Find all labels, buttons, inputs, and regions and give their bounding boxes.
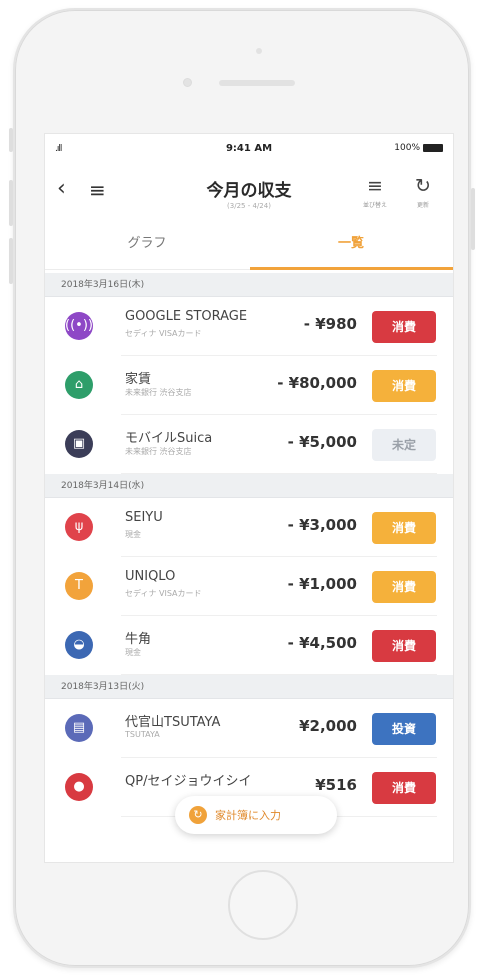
row-divider [121,674,437,675]
train-icon: ▣ [65,430,93,458]
sensor-dot [256,48,262,54]
refresh-orange-icon: ↻ [189,806,207,824]
transaction-list: 2018年3月16日(木) ((•)) GOOGLE STORAGE セディナ VIS… [45,273,453,817]
nav-bar: ‹ ≡ 今月の収支 (3/25 - 4/24) ≡ 並び替え ↻ 更新 [45,170,453,222]
category-badge-button[interactable]: 未定 [372,429,436,461]
category-badge-button[interactable]: 消費 [372,571,436,603]
transaction-row[interactable]: ψ SEIYU 現金 - ¥3,000 消費 [45,498,453,557]
volume-up-button [9,180,13,226]
refresh-label: 更新 [416,202,429,209]
transaction-account: セディナ VISAカード [125,589,202,598]
transaction-row[interactable]: ▤ 代官山TSUTAYA TSUTAYA ¥2,000 投資 [45,699,453,758]
mute-switch [9,128,13,152]
filter-icon: ≡ [367,175,383,197]
transaction-row[interactable]: T UNIQLO セディナ VISAカード - ¥1,000 消費 [45,557,453,616]
battery-indicator: 100% [394,143,443,153]
transaction-row[interactable]: ◒ 牛角 現金 - ¥4,500 消費 [45,616,453,675]
tab-list[interactable]: 一覧 [249,224,453,270]
shop-icon: ● [65,773,93,801]
app-screen: .ıll 9:41 AM 100% ‹ ≡ 今月の収支 (3/25 - 4/24… [44,133,454,863]
home-button[interactable] [228,870,298,940]
battery-label: 100% [394,143,420,153]
date-header: 2018年3月14日(水) [45,474,453,498]
fab-label: 家計簿に入力 [215,809,281,822]
tab-graph[interactable]: グラフ [45,224,249,270]
volume-down-button [9,238,13,284]
tshirt-icon: T [65,572,93,600]
transaction-title: 牛角 [125,632,152,647]
row-divider [121,473,437,474]
category-badge-button[interactable]: 消費 [372,630,436,662]
transaction-title: 代官山TSUTAYA [125,715,221,730]
fork-knife-icon: ψ [65,513,93,541]
transaction-row[interactable]: ((•)) GOOGLE STORAGE セディナ VISAカード - ¥980 消費 [45,297,453,356]
transaction-account: 現金 [125,530,141,539]
status-bar: .ıll 9:41 AM 100% [45,134,453,162]
transaction-account: セディナ VISAカード [125,329,202,338]
transaction-account: 未来銀行 渋谷支店 [125,388,192,397]
house-icon: ⌂ [65,371,93,399]
category-badge-button[interactable]: 消費 [372,311,436,343]
bowl-icon: ◒ [65,631,93,659]
transaction-row[interactable]: ⌂ 家賃 未来銀行 渋谷支店 - ¥80,000 消費 [45,356,453,415]
book-icon: ▤ [65,714,93,742]
transaction-row[interactable]: ▣ モバイルSuica 未来銀行 渋谷支店 - ¥5,000 未定 [45,415,453,474]
page-title: 今月の収支 [206,181,292,201]
status-time: 9:41 AM [225,143,273,154]
transaction-account: 未来銀行 渋谷支店 [125,447,192,456]
sort-button[interactable]: ≡ 並び替え [361,176,389,209]
transaction-account: 現金 [125,648,141,657]
transaction-amount: - ¥3,000 [287,516,357,534]
transaction-amount: - ¥5,000 [287,433,357,451]
transaction-amount: - ¥980 [303,315,357,333]
category-badge-button[interactable]: 投資 [372,713,436,745]
front-camera [183,78,192,87]
category-badge-button[interactable]: 消費 [372,772,436,804]
battery-icon [423,144,443,152]
transaction-amount: ¥2,000 [299,717,357,735]
transaction-title: QP/セイジョウイシイ [125,774,252,789]
refresh-button[interactable]: ↻ 更新 [409,176,437,209]
transaction-title: 家賃 [125,372,152,387]
transaction-account: TSUTAYA [125,730,160,739]
transaction-title: SEIYU [125,510,163,525]
refresh-icon: ↻ [415,175,431,197]
tab-bar: グラフ 一覧 [45,224,453,270]
add-to-household-book-button[interactable]: ↻ 家計簿に入力 [175,796,337,834]
active-tab-indicator [250,267,453,270]
transaction-amount: - ¥80,000 [277,374,357,392]
transaction-amount: - ¥4,500 [287,634,357,652]
category-badge-button[interactable]: 消費 [372,512,436,544]
transaction-amount: ¥516 [315,776,357,794]
date-header: 2018年3月13日(火) [45,675,453,699]
date-header: 2018年3月16日(木) [45,273,453,297]
transaction-title: UNIQLO [125,569,176,584]
google-storage-icon: ((•)) [65,312,93,340]
sort-label: 並び替え [362,202,387,209]
transaction-title: モバイルSuica [125,431,213,446]
transaction-amount: - ¥1,000 [287,575,357,593]
transaction-title: GOOGLE STORAGE [125,309,248,324]
category-badge-button[interactable]: 消費 [372,370,436,402]
power-button [471,188,475,250]
earpiece-speaker [219,80,295,86]
